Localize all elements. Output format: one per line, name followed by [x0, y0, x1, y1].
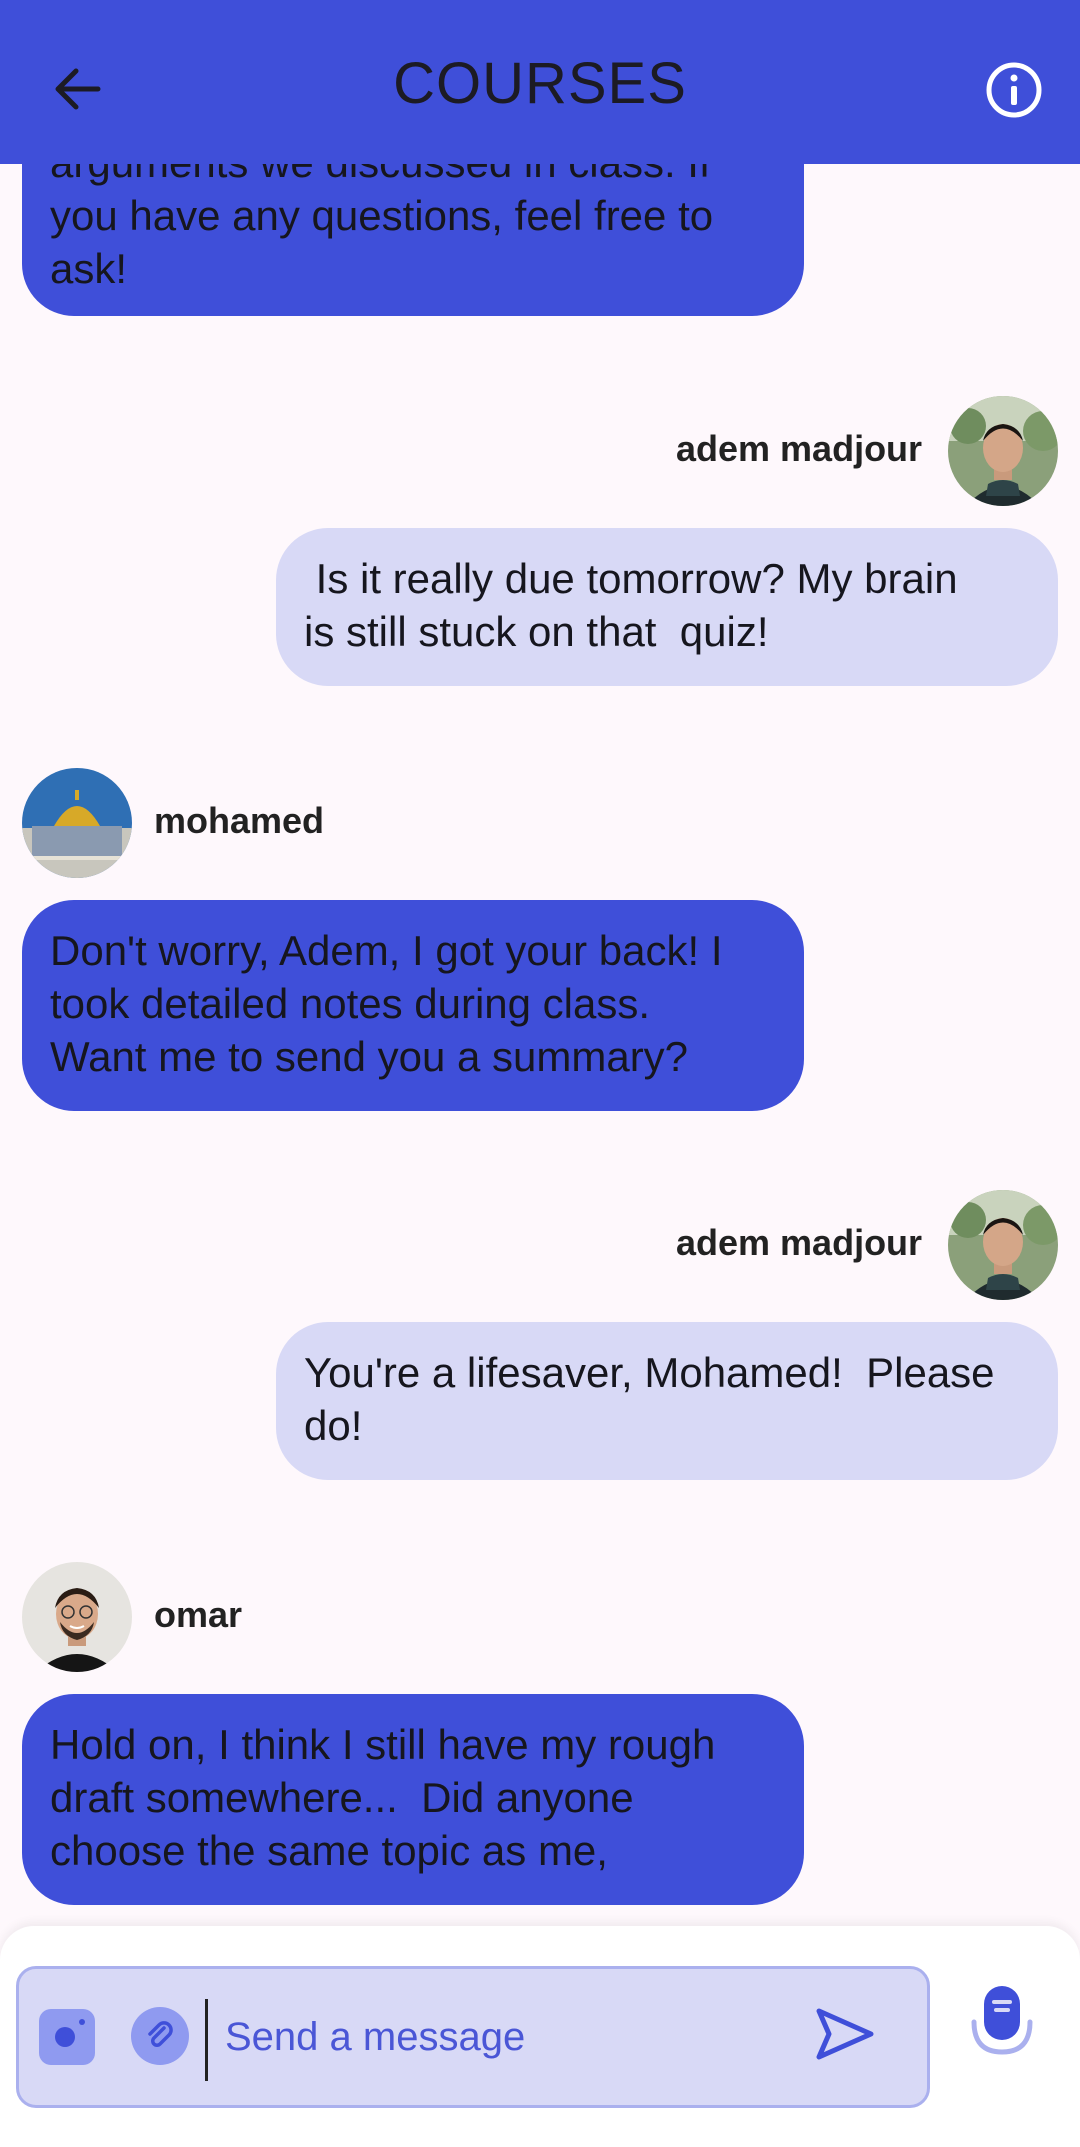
avatar[interactable]	[948, 1190, 1058, 1300]
message-line: draft somewhere... Did anyone	[50, 1774, 634, 1821]
sender-name: mohamed	[154, 800, 325, 841]
message-bubble-incoming: Hold on, I think I still have my rough d…	[22, 1694, 804, 1905]
attachment-icon	[148, 2021, 173, 2047]
message-line: Is it really due tomorrow? My brain	[304, 555, 958, 602]
sender-name: adem madjour	[676, 428, 923, 469]
message-input-box[interactable]: Send a message	[16, 1966, 930, 2108]
avatar[interactable]	[948, 396, 1058, 506]
sender-name: omar	[154, 1594, 243, 1635]
message-input[interactable]: Send a message	[225, 2015, 525, 2060]
message-bubble-incoming: Don't worry, Adem, I got your back! I to…	[22, 900, 804, 1111]
microphone-button[interactable]	[970, 1982, 1034, 2066]
message-line: Don't worry, Adem, I got your back! I	[50, 927, 723, 974]
microphone-icon	[971, 1986, 1033, 2055]
send-icon	[816, 2008, 874, 2060]
message-bubble-outgoing: You're a lifesaver, Mohamed! Please do!	[276, 1322, 1058, 1480]
text-caret	[205, 1999, 208, 2081]
avatar[interactable]	[22, 768, 132, 878]
message-line: you have any questions, feel free to	[50, 192, 714, 239]
message-line: Want me to send you a summary?	[50, 1033, 689, 1080]
message-composer: Send a message	[0, 1926, 1080, 2147]
page-title: COURSES	[393, 51, 687, 116]
message-line: do!	[304, 1402, 363, 1449]
avatar[interactable]	[22, 1562, 132, 1672]
message-line: Hold on, I think I still have my rough	[50, 1721, 716, 1768]
info-button[interactable]	[982, 58, 1046, 122]
attach-button[interactable]	[131, 2007, 189, 2065]
send-button[interactable]	[809, 1999, 879, 2069]
message-line: is still stuck on that quiz!	[304, 608, 769, 655]
sender-name: adem madjour	[676, 1222, 923, 1263]
message-line: ask!	[50, 245, 128, 292]
message-line: took detailed notes during class.	[50, 980, 651, 1027]
message-list[interactable]: arguments we discussed in class. If you …	[0, 0, 1080, 1925]
camera-button[interactable]	[39, 2009, 95, 2065]
message-line: choose the same topic as me,	[50, 1827, 608, 1874]
message-bubble-outgoing: Is it really due tomorrow? My brain is s…	[276, 528, 1058, 686]
app-bar: COURSES	[0, 0, 1080, 164]
message-line: You're a lifesaver, Mohamed! Please	[304, 1349, 995, 1396]
info-icon	[986, 62, 1042, 118]
